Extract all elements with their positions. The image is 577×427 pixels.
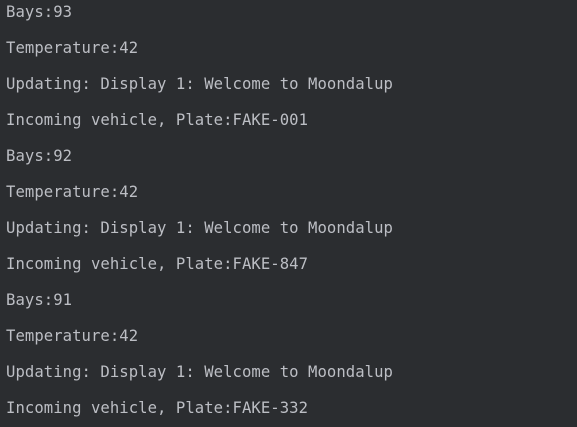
console-line: Updating: Display 1: Welcome to Moondalu… — [6, 363, 393, 381]
console-line: Temperature:42 — [6, 183, 139, 201]
console-line: Temperature:42 — [6, 327, 139, 345]
console-output-panel[interactable]: Bays:93 Temperature:42 Updating: Display… — [0, 0, 577, 427]
console-line: Incoming vehicle, Plate:FAKE-847 — [6, 255, 309, 273]
console-line: Temperature:42 — [6, 39, 139, 57]
console-line: Incoming vehicle, Plate:FAKE-332 — [6, 399, 309, 417]
console-line: Bays:92 — [6, 147, 73, 165]
console-line: Updating: Display 1: Welcome to Moondalu… — [6, 219, 393, 237]
console-line: Bays:91 — [6, 291, 73, 309]
console-line: Updating: Display 1: Welcome to Moondalu… — [6, 75, 393, 93]
console-line: Bays:93 — [6, 3, 73, 21]
console-line: Incoming vehicle, Plate:FAKE-001 — [6, 111, 309, 129]
